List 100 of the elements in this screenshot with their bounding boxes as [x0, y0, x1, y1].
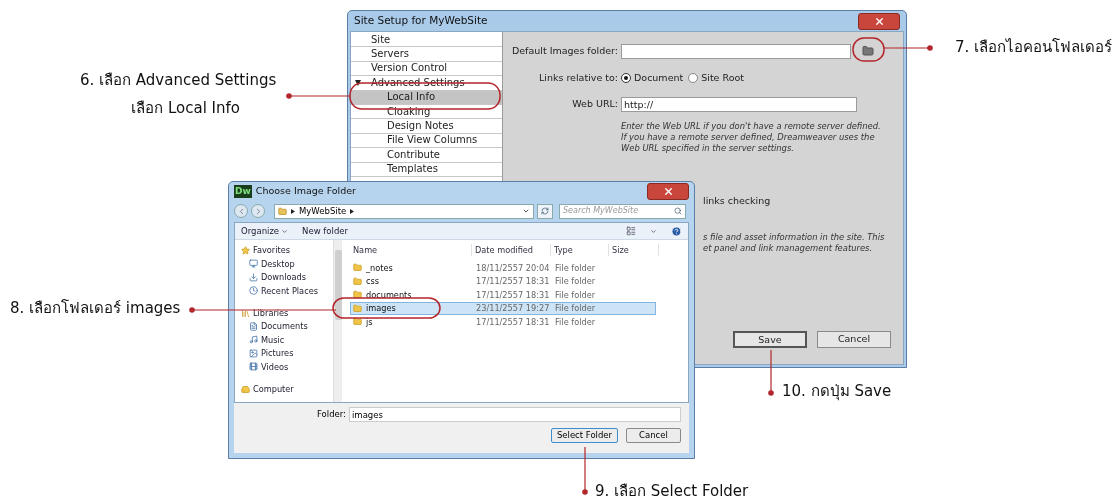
highlight-outline	[852, 37, 885, 62]
field-label: Web URL:	[571, 96, 619, 111]
radio-button[interactable]	[688, 73, 699, 83]
radio-option[interactable]: Document	[621, 70, 684, 86]
radio-button[interactable]	[621, 73, 631, 83]
close-button[interactable]	[858, 12, 900, 30]
dropdown-caret-icon[interactable]	[522, 207, 530, 215]
save-button[interactable]: Save	[733, 331, 807, 348]
date-cell-text: 17/11/2557 18:31	[475, 315, 551, 328]
leader-line	[286, 93, 351, 99]
nav-item[interactable]: Downloads	[241, 270, 333, 284]
nav-item-icon	[249, 321, 258, 331]
web-url-field[interactable]: http://	[621, 96, 857, 112]
file-row[interactable]: js 17/11/2557 18:31 File folder	[350, 315, 656, 329]
view-options-icon[interactable]	[626, 226, 636, 236]
nav-group[interactable]: Libraries	[241, 306, 333, 320]
folder-name-field[interactable]: images	[349, 407, 681, 422]
leader-line	[582, 446, 588, 495]
file-row[interactable]: _notes 18/11/2557 20:04 File folder	[350, 261, 656, 275]
file-name: images	[366, 302, 396, 315]
field-label: Links relative to:	[538, 70, 619, 85]
nav-item-icon	[249, 286, 258, 296]
nav-item[interactable]: Videos	[241, 360, 333, 374]
folder-icon	[353, 263, 362, 273]
new-folder-button[interactable]: New folder	[302, 224, 348, 238]
breadcrumb-separator-icon	[291, 208, 295, 214]
nav-item-icon	[249, 272, 258, 282]
column-header[interactable]: Size	[609, 243, 659, 257]
nav-item-icon	[249, 362, 258, 372]
help-icon[interactable]	[671, 225, 682, 237]
column-header[interactable]: Type	[551, 243, 609, 257]
type-cell-text: File folder	[554, 288, 597, 301]
breadcrumb-item[interactable]: MyWebSite	[299, 204, 347, 218]
type-cell-text: File folder	[554, 275, 597, 288]
caret-icon[interactable]	[650, 227, 657, 235]
select-folder-button[interactable]: Select Folder	[551, 428, 618, 443]
annotation-text: เลือก Local Info	[130, 98, 240, 118]
window-title: Site Setup for MyWebSite	[354, 13, 488, 29]
file-name: css	[366, 275, 380, 288]
sidebar-item[interactable]: Design Notes	[351, 119, 502, 134]
type-cell-text: File folder	[554, 315, 597, 328]
help-text: Enter the Web URL if you don't have a remote server defined. If you have a remote server defined, Dreamweaver uses the Web URL specified in the server settings.	[621, 121, 882, 154]
leader-line	[768, 349, 774, 396]
forward-button[interactable]	[251, 204, 265, 218]
annotation-text: 8. เลือกโฟลเดอร์ images	[10, 298, 181, 318]
type-cell-text: File folder	[554, 261, 597, 274]
column-header[interactable]: Name	[350, 243, 472, 257]
file-name: _notes	[366, 261, 393, 274]
column-header[interactable]: Date modified	[472, 243, 551, 257]
file-row[interactable]: css 17/11/2557 18:31 File folder	[350, 274, 656, 288]
group-icon	[241, 384, 250, 394]
file-name: documents	[366, 288, 412, 301]
folder-icon	[353, 303, 362, 313]
back-button[interactable]	[234, 204, 248, 218]
sidebar-item[interactable]: Servers	[351, 47, 502, 62]
date-cell-text: 23/11/2557 19:27	[475, 302, 551, 315]
nav-item[interactable]: Recent Places	[241, 284, 333, 298]
nav-item[interactable]: Documents	[241, 319, 333, 333]
close-icon	[873, 15, 885, 27]
refresh-icon	[541, 207, 549, 215]
group-icon	[241, 308, 250, 318]
leader-line	[883, 45, 933, 51]
folder-icon	[353, 290, 362, 300]
annotation-text: 10. กดปุ่ม Save	[782, 381, 892, 401]
radio-option[interactable]: Site Root	[688, 70, 744, 86]
nav-item[interactable]: Desktop	[241, 257, 333, 271]
address-bar[interactable]: MyWebSite	[274, 203, 534, 219]
cancel-button[interactable]: Cancel	[817, 331, 891, 348]
scrollbar[interactable]	[333, 240, 342, 402]
caret-icon	[281, 227, 289, 235]
file-row[interactable]: images 23/11/2557 19:27 File folder	[350, 301, 656, 315]
field-label: Default Images folder:	[510, 43, 619, 58]
annotation-text: 6. เลือก Advanced Settings	[80, 70, 277, 90]
date-cell-text: 18/11/2557 20:04	[475, 261, 551, 274]
nav-item[interactable]: Pictures	[241, 346, 333, 360]
nav-item-icon	[249, 259, 258, 269]
close-button[interactable]	[647, 182, 689, 200]
field-label: Folder:	[317, 408, 346, 421]
folder-icon	[862, 45, 874, 57]
close-icon	[662, 185, 674, 197]
nav-group[interactable]: Favorites	[241, 244, 333, 257]
sidebar-item[interactable]: Site	[351, 33, 502, 48]
file-name: js	[366, 315, 373, 328]
app-icon: Dw	[234, 184, 252, 198]
cancel-button[interactable]: Cancel	[626, 428, 681, 443]
default-images-folder-field[interactable]	[621, 43, 851, 59]
sidebar-item[interactable]: Contribute	[351, 148, 502, 163]
annotation-text: 9. เลือก Select Folder	[595, 481, 749, 501]
expand-arrow-icon[interactable]	[355, 80, 361, 87]
folder-icon	[278, 206, 287, 216]
nav-item[interactable]: Music	[241, 333, 333, 347]
annotation-text: 7. เลือกไอคอนโฟลเดอร์	[955, 37, 1113, 57]
file-row[interactable]: documents 17/11/2557 18:31 File folder	[350, 288, 656, 302]
nav-group[interactable]: Computer	[241, 382, 333, 396]
breadcrumb-separator-icon	[350, 208, 355, 214]
refresh-button[interactable]	[537, 203, 553, 219]
folder-icon	[353, 276, 362, 286]
group-icon	[241, 246, 250, 255]
nav-item-icon	[249, 348, 258, 358]
organize-menu[interactable]: Organize	[241, 224, 289, 238]
